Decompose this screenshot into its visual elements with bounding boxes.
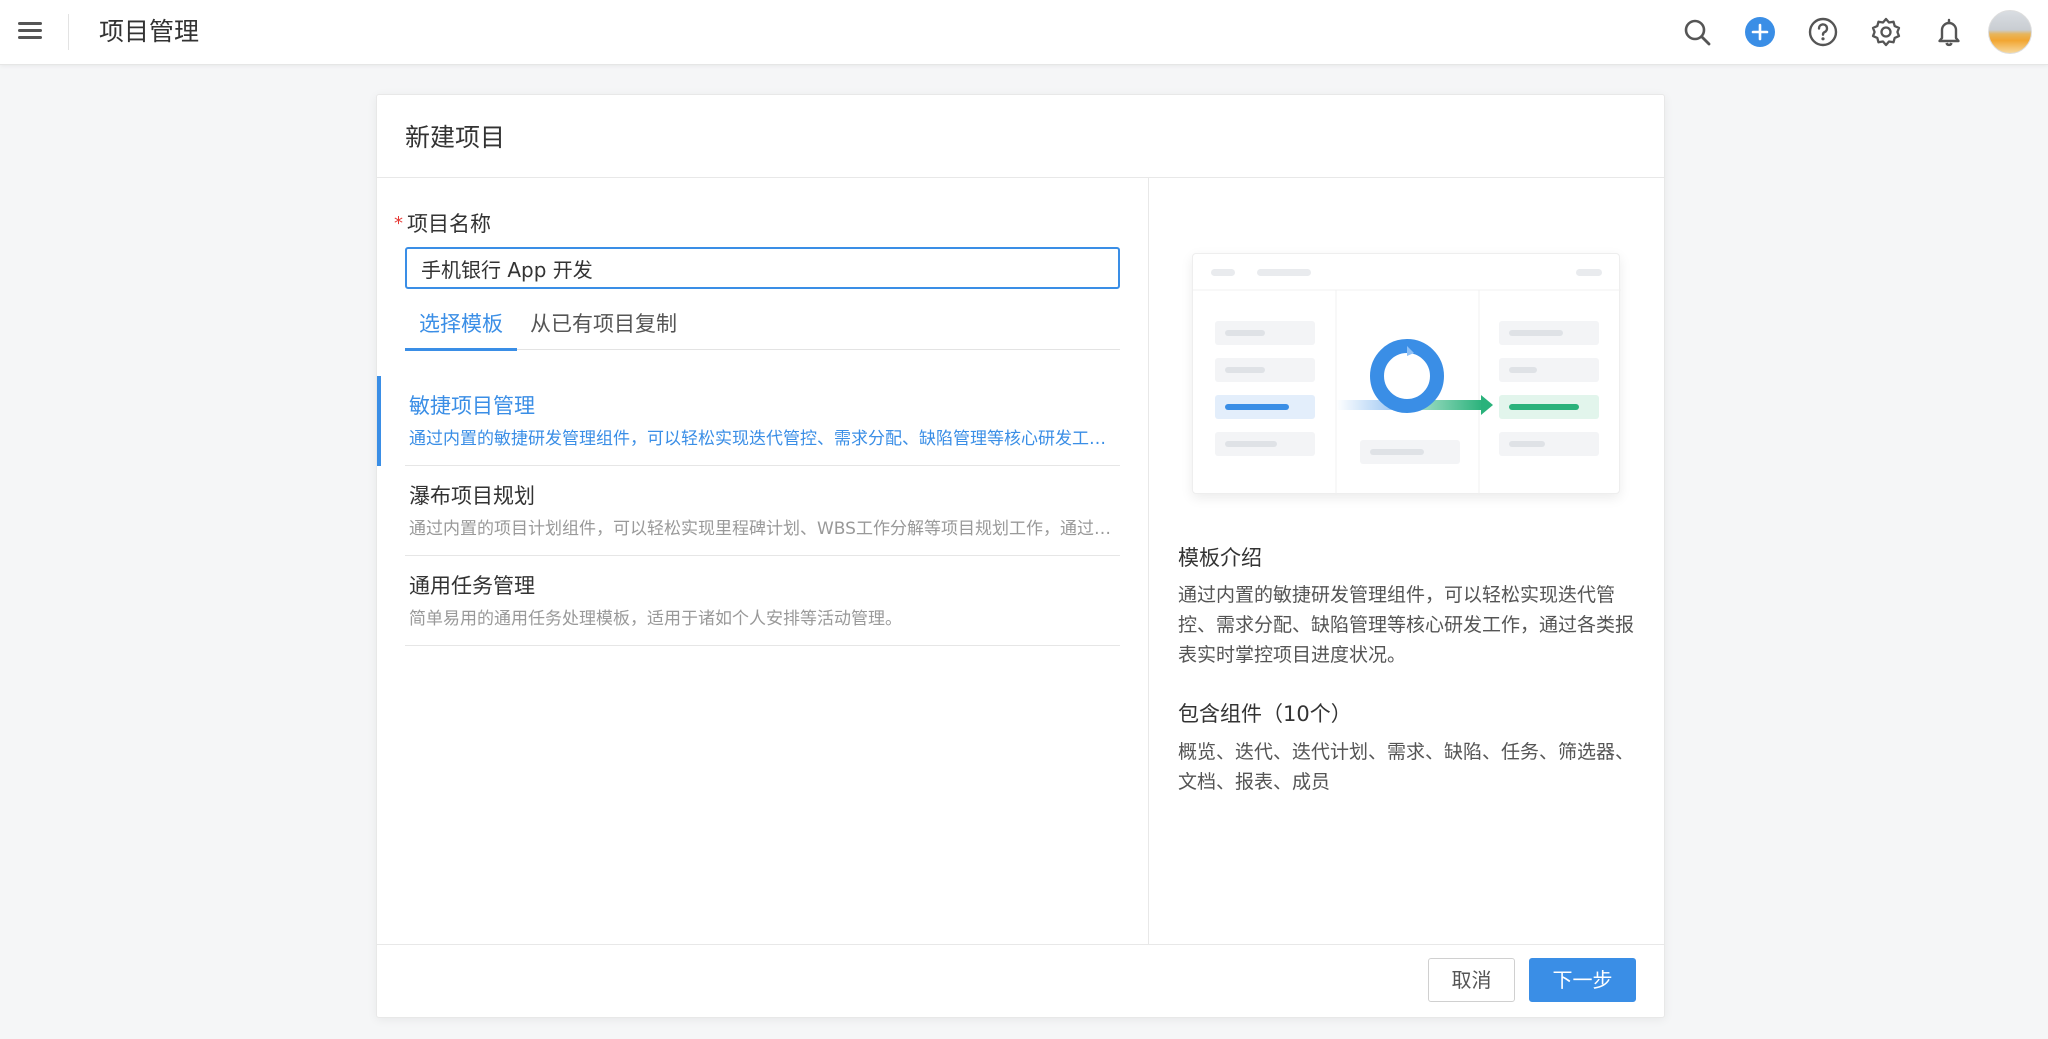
top-bar: 项目管理: [0, 0, 2048, 65]
project-name-input[interactable]: [405, 247, 1120, 289]
divider: [68, 14, 69, 50]
settings-icon[interactable]: [1862, 8, 1910, 56]
template-name: 通用任务管理: [409, 574, 535, 598]
cancel-button[interactable]: 取消: [1428, 958, 1515, 1002]
tab-select-template[interactable]: 选择模板: [405, 310, 517, 351]
project-name-label-text: 项目名称: [407, 212, 491, 236]
template-intro-text: 通过内置的敏捷研发管理组件，可以轻松实现迭代管控、需求分配、缺陷管理等核心研发工…: [1178, 584, 1635, 666]
template-item-waterfall[interactable]: 瀑布项目规划 通过内置的项目计划组件，可以轻松实现里程碑计划、WBS工作分解等项…: [405, 466, 1120, 556]
next-button[interactable]: 下一步: [1529, 958, 1636, 1002]
preview-illustration: [1193, 269, 1621, 495]
app-title: 项目管理: [99, 17, 200, 46]
template-desc: 简单易用的通用任务处理模板，适用于诸如个人安排等活动管理。: [409, 609, 902, 629]
template-item-agile[interactable]: 敏捷项目管理 通过内置的敏捷研发管理组件，可以轻松实现迭代管控、需求分配、缺陷管…: [377, 376, 1120, 466]
avatar[interactable]: [1988, 10, 2032, 54]
dialog-header: 新建项目: [377, 95, 1664, 178]
template-list: 敏捷项目管理 通过内置的敏捷研发管理组件，可以轻松实现迭代管控、需求分配、缺陷管…: [377, 376, 1149, 646]
top-icons: [1658, 8, 2032, 56]
help-icon[interactable]: [1799, 8, 1847, 56]
new-project-dialog: 新建项目 *项目名称 选择模板 从已有项目复制 敏捷项目管理 通过内置的敏捷研发…: [376, 94, 1665, 1018]
dialog-title: 新建项目: [405, 123, 506, 152]
left-pane: *项目名称 选择模板 从已有项目复制 敏捷项目管理 通过内置的敏捷研发管理组件，…: [377, 178, 1149, 944]
template-desc: 通过内置的敏捷研发管理组件，可以轻松实现迭代管控、需求分配、缺陷管理等核心研发工…: [409, 429, 1119, 449]
template-intro-title: 模板介绍: [1178, 546, 1262, 570]
right-pane: 模板介绍 通过内置的敏捷研发管理组件，可以轻松实现迭代管控、需求分配、缺陷管理等…: [1149, 178, 1666, 944]
template-name: 瀑布项目规划: [409, 484, 535, 508]
components-text: 概览、迭代、迭代计划、需求、缺陷、任务、筛选器、文档、报表、成员: [1178, 741, 1635, 793]
template-preview-image: [1192, 253, 1621, 495]
search-icon[interactable]: [1673, 8, 1721, 56]
tab-copy-from-project[interactable]: 从已有项目复制: [530, 310, 677, 350]
required-mark: *: [394, 213, 403, 234]
project-name-label: * 项目名称: [394, 208, 491, 238]
template-name: 敏捷项目管理: [409, 394, 535, 418]
template-item-task[interactable]: 通用任务管理 简单易用的通用任务处理模板，适用于诸如个人安排等活动管理。: [405, 556, 1120, 646]
menu-icon[interactable]: [16, 20, 44, 44]
template-tabs: 选择模板 从已有项目复制: [405, 310, 1120, 351]
components-title: 包含组件（10个）: [1178, 702, 1352, 726]
dialog-footer: 取消 下一步: [377, 944, 1664, 1018]
add-icon[interactable]: [1736, 8, 1784, 56]
bell-icon[interactable]: [1925, 8, 1973, 56]
template-desc: 通过内置的项目计划组件，可以轻松实现里程碑计划、WBS工作分解等项目规划工作，通…: [409, 519, 1119, 539]
